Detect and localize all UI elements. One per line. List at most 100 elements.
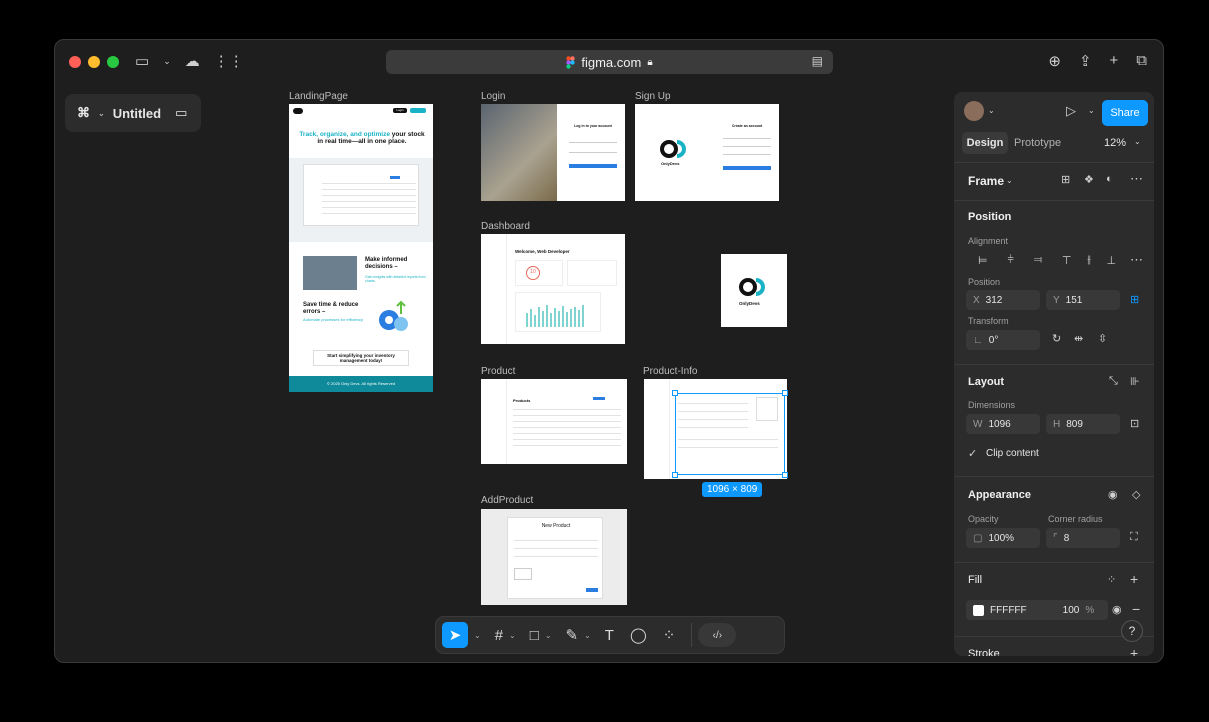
frame-label-signup[interactable]: Sign Up xyxy=(635,91,671,102)
frame-label-landing[interactable]: LandingPage xyxy=(289,91,348,102)
frame-login[interactable]: Log in to your account xyxy=(481,104,625,201)
rectangle-tool-icon[interactable]: □ xyxy=(530,627,539,644)
login-photo xyxy=(481,104,557,201)
height-field[interactable]: H 809 xyxy=(1046,414,1120,434)
panel-toggle-icon[interactable]: ▭ xyxy=(175,105,187,121)
clip-content-label[interactable]: Clip content xyxy=(986,448,1039,459)
chevron-down-icon[interactable]: ⌄ xyxy=(1088,106,1095,115)
chevron-down-icon[interactable]: ⌄ xyxy=(509,631,516,640)
grid-apps-icon[interactable]: ⋮⋮ xyxy=(214,52,244,70)
component-icon[interactable]: ❖ xyxy=(1084,173,1094,186)
frame-logo[interactable]: OnlyDevs xyxy=(721,254,787,327)
chevron-down-icon[interactable]: ⌄ xyxy=(1006,176,1013,185)
avatar[interactable] xyxy=(964,101,984,121)
chevron-down-icon[interactable]: ⌄ xyxy=(1134,137,1141,146)
figma-menu-icon[interactable]: ⌘ xyxy=(77,105,90,121)
opacity-label: Opacity xyxy=(968,514,999,524)
styles-grid-icon[interactable]: ⁘ xyxy=(1107,573,1116,586)
address-bar[interactable]: figma.com 🔒︎ ▤ xyxy=(386,50,833,74)
zoom-level[interactable]: 12% xyxy=(1104,137,1126,149)
align-bottom-icon[interactable]: ⊥ xyxy=(1107,254,1117,267)
resize-to-fit-icon[interactable]: ⊡ xyxy=(1130,417,1139,430)
reader-mode-icon[interactable]: ▤ xyxy=(812,54,823,68)
frame-dashboard[interactable]: Welcome, Web Developer 10 xyxy=(481,234,625,344)
share-button[interactable]: Share xyxy=(1102,100,1148,126)
rotation-field[interactable]: ∟ 0° xyxy=(966,330,1040,350)
align-top-icon[interactable]: ⊤ xyxy=(1062,254,1072,267)
frame-product[interactable]: Products xyxy=(481,379,627,464)
move-tool-button[interactable]: ➤ xyxy=(442,622,468,648)
chevron-down-icon[interactable]: ⌄ xyxy=(584,631,591,640)
frame-label-add-product[interactable]: AddProduct xyxy=(481,495,533,506)
help-button[interactable]: ? xyxy=(1121,620,1143,642)
blend-drop-icon[interactable]: ◇ xyxy=(1132,488,1140,501)
eye-icon[interactable]: ◉ xyxy=(1112,603,1122,616)
actions-tool-icon[interactable]: ⁘ xyxy=(663,626,676,644)
contrast-icon[interactable]: ◐ xyxy=(1106,173,1113,185)
resize-handle-br[interactable] xyxy=(782,472,788,478)
frame-landing-page[interactable]: Login Track, organize, and optimize your… xyxy=(289,104,433,392)
align-left-icon[interactable]: ⊨ xyxy=(978,254,988,267)
present-play-icon[interactable]: ▷ xyxy=(1066,103,1076,119)
maximize-window-button[interactable] xyxy=(107,56,119,68)
checkmark-icon[interactable]: ✓ xyxy=(968,447,977,460)
independent-corners-icon[interactable]: ⛶ xyxy=(1130,531,1138,544)
layout-grid-icon[interactable]: ⊞ xyxy=(1061,173,1070,186)
auto-layout-icon[interactable]: ⊪ xyxy=(1130,375,1140,388)
share-icon[interactable]: ⇪ xyxy=(1079,52,1092,70)
comment-tool-icon[interactable]: ◯ xyxy=(630,626,647,644)
align-center-h-icon[interactable]: ⫩ xyxy=(1007,254,1013,267)
frame-tool-icon[interactable]: # xyxy=(495,627,503,644)
selection-box[interactable] xyxy=(675,393,785,475)
constraints-icon[interactable]: ⊞ xyxy=(1130,293,1139,306)
dev-mode-toggle[interactable]: ‹/› xyxy=(698,623,737,647)
more-icon[interactable]: ⋯ xyxy=(1130,252,1143,268)
frame-add-product[interactable]: New Product xyxy=(481,509,627,605)
frame-type-dropdown[interactable]: Frame xyxy=(968,174,1004,188)
align-right-icon[interactable]: ⫤ xyxy=(1034,254,1042,267)
align-middle-icon[interactable]: ⫲ xyxy=(1087,254,1091,267)
browser-right-icons: ⊕ ⇪ + ⧉ xyxy=(1048,52,1147,70)
eye-icon[interactable]: ◉ xyxy=(1108,488,1118,501)
chevron-down-icon[interactable]: ⌄ xyxy=(474,631,481,640)
add-fill-icon[interactable]: + xyxy=(1130,571,1138,587)
resize-handle-bl[interactable] xyxy=(672,472,678,478)
fill-color-field[interactable]: FFFFFF 100 % xyxy=(966,600,1108,620)
rotate-icon[interactable]: ↻ xyxy=(1052,332,1061,345)
frame-label-login[interactable]: Login xyxy=(481,91,505,102)
flip-horizontal-icon[interactable]: ⇹ xyxy=(1074,332,1083,345)
tab-design[interactable]: Design xyxy=(962,132,1008,154)
frame-signup[interactable]: OnlyDevs Create an account xyxy=(635,104,779,201)
y-field[interactable]: Y 151 xyxy=(1046,290,1120,310)
width-field[interactable]: W 1096 xyxy=(966,414,1040,434)
close-window-button[interactable] xyxy=(69,56,81,68)
frame-label-dashboard[interactable]: Dashboard xyxy=(481,221,530,232)
download-icon[interactable]: ⊕ xyxy=(1048,52,1061,70)
file-menu[interactable]: ⌘ ⌄ Untitled ▭ xyxy=(65,94,201,132)
tab-prototype[interactable]: Prototype xyxy=(1014,137,1061,149)
chevron-down-icon[interactable]: ⌄ xyxy=(163,56,171,67)
x-field[interactable]: X 312 xyxy=(966,290,1040,310)
resize-handle-tr[interactable] xyxy=(782,390,788,396)
sidebar-toggle-icon[interactable]: ▭ xyxy=(135,52,149,70)
flip-vertical-icon[interactable]: ⇳ xyxy=(1098,332,1107,345)
frame-label-product[interactable]: Product xyxy=(481,366,515,377)
pen-tool-icon[interactable]: ✎ xyxy=(566,626,579,644)
corner-radius-field[interactable]: ⌜ 8 xyxy=(1046,528,1120,548)
add-stroke-icon[interactable]: + xyxy=(1130,645,1138,656)
frame-label-product-info[interactable]: Product-Info xyxy=(643,366,697,377)
more-icon[interactable]: ⋯ xyxy=(1130,171,1143,187)
file-name[interactable]: Untitled xyxy=(113,106,161,121)
opacity-field[interactable]: ▢ 100% xyxy=(966,528,1040,548)
tabs-overview-icon[interactable]: ⧉ xyxy=(1136,52,1147,70)
cloud-icon[interactable]: ☁ xyxy=(185,52,200,70)
new-tab-icon[interactable]: + xyxy=(1110,52,1119,70)
text-tool-icon[interactable]: T xyxy=(605,627,614,644)
minimize-window-button[interactable] xyxy=(88,56,100,68)
chevron-down-icon[interactable]: ⌄ xyxy=(545,631,552,640)
remove-fill-icon[interactable]: − xyxy=(1132,601,1140,617)
resize-handle-tl[interactable] xyxy=(672,390,678,396)
fill-swatch[interactable] xyxy=(973,604,984,616)
collapse-icon[interactable]: ⤡ xyxy=(1109,375,1118,388)
chevron-down-icon[interactable]: ⌄ xyxy=(988,106,995,115)
